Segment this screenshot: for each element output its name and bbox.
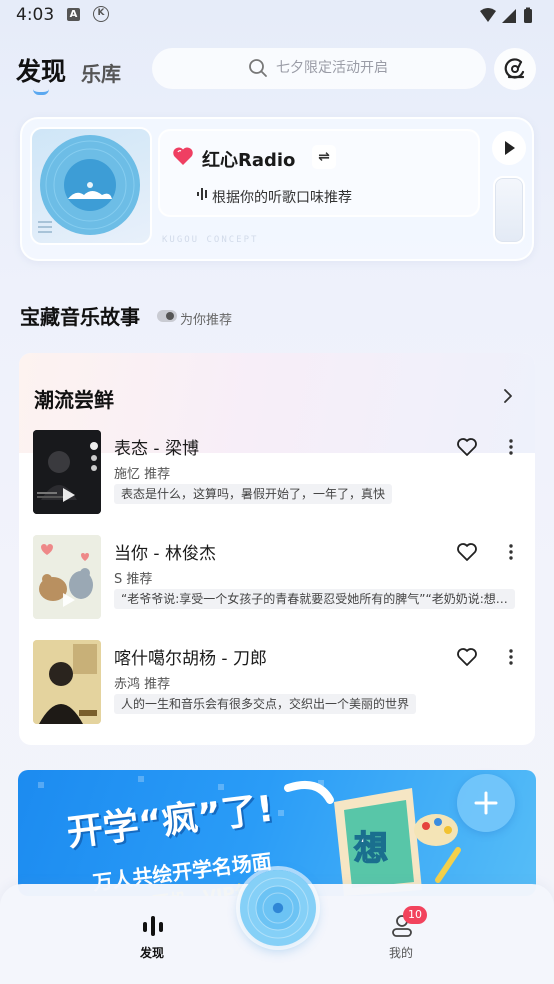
play-icon (505, 141, 515, 155)
more-options-icon[interactable] (503, 542, 519, 562)
song-thumbnail[interactable] (33, 535, 101, 619)
more-options-icon[interactable] (503, 437, 519, 457)
svg-text:想: 想 (354, 829, 388, 869)
listen-recognize-button[interactable] (494, 48, 536, 90)
video-play-icon (63, 488, 75, 502)
notification-badge: 10 (403, 906, 427, 924)
wifi-icon (480, 8, 496, 22)
favorite-heart-icon[interactable] (456, 646, 478, 668)
plus-icon (474, 791, 498, 815)
recommend-quote: 人的一生和音乐会有很多交点，交织出一个美丽的世界 (114, 694, 417, 714)
status-bar: 4:03 A K (0, 0, 554, 32)
vinyl-disc-icon (247, 877, 309, 939)
search-input[interactable] (276, 57, 466, 79)
album-cover-image (33, 640, 101, 724)
heart-radio-icon (173, 147, 193, 165)
radio-subtitle: 根据你的听歌口味推荐 (212, 190, 352, 206)
music-recognize-icon (504, 58, 525, 79)
discover-icon[interactable] (141, 915, 165, 937)
notification-k-icon: K (93, 6, 109, 22)
status-icons (480, 7, 532, 23)
radio-play-button[interactable] (492, 131, 526, 165)
chevron-right-icon[interactable] (501, 388, 515, 404)
switch-mode-button[interactable]: ⇌ (312, 145, 336, 169)
radio-title: 红心Radio (202, 150, 296, 171)
tab-library[interactable]: 乐库 (81, 58, 121, 87)
song-title[interactable]: 喀什噶尔胡杨 - 刀郎 (114, 644, 267, 669)
notification-a-icon: A (67, 8, 80, 21)
radio-cover (30, 127, 152, 245)
recommender: 赤鸿 推荐 (114, 677, 171, 692)
favorite-heart-icon[interactable] (456, 541, 478, 563)
heart-radio-card[interactable]: 红心Radio ⇌ 根据你的听歌口味推荐 KUGOU CONCEPT (20, 117, 534, 261)
active-tab-indicator (33, 89, 49, 95)
recommend-toggle[interactable] (157, 310, 177, 322)
battery-icon (524, 9, 532, 23)
radio-watermark: KUGOU CONCEPT (162, 235, 259, 245)
song-title[interactable]: 表态 - 梁博 (114, 434, 199, 459)
list-item[interactable]: 表态 - 梁博 施忆 推荐 表态是什么，这算吗，暑假开始了，一年了，真快 (19, 430, 535, 518)
vinyl-record-image (38, 135, 140, 235)
video-play-icon (63, 593, 75, 607)
nav-me-label[interactable]: 我的 (389, 944, 413, 961)
sound-wave-icon (197, 188, 207, 200)
recommender: S 推荐 (114, 572, 153, 587)
recommend-toggle-label[interactable]: 为你推荐 (180, 309, 232, 328)
list-item[interactable]: 喀什噶尔胡杨 - 刀郎 赤鸿 推荐 人的一生和音乐会有很多交点，交织出一个美丽的… (19, 640, 535, 728)
section-title: 宝藏音乐故事 (20, 305, 140, 329)
song-thumbnail[interactable] (33, 430, 101, 514)
recommend-quote: 表态是什么，这算吗，暑假开始了，一年了，真快 (114, 484, 393, 504)
search-bar[interactable] (152, 48, 486, 89)
radio-slider-handle[interactable] (493, 176, 525, 244)
more-options-icon[interactable] (503, 647, 519, 667)
card-title: 潮流尝鲜 (34, 388, 114, 412)
trend-card: 潮流尝鲜 表态 - 梁博 施忆 推荐 表态是什么，这算吗，暑假开始了，一年了，真… (19, 353, 535, 745)
signal-icon (502, 9, 516, 23)
favorite-heart-icon[interactable] (456, 436, 478, 458)
nav-discover-label[interactable]: 发现 (140, 944, 164, 961)
tab-discover[interactable]: 发现 (16, 52, 66, 88)
list-item[interactable]: 当你 - 林俊杰 S 推荐 “老爷爷说:享受一个女孩子的青春就要忍受她所有的脾气… (19, 535, 535, 623)
search-icon (249, 59, 267, 77)
song-thumbnail[interactable] (33, 640, 101, 724)
status-time: 4:03 (16, 5, 55, 25)
recommender: 施忆 推荐 (114, 467, 171, 482)
now-playing-disc-button[interactable] (240, 870, 316, 946)
recommend-quote: “老爷爷说:享受一个女孩子的青春就要忍受她所有的脾气”“老奶奶说:想… (114, 589, 515, 609)
song-title[interactable]: 当你 - 林俊杰 (114, 539, 216, 564)
add-button[interactable] (457, 774, 515, 832)
radio-info-panel[interactable]: 红心Radio ⇌ 根据你的听歌口味推荐 (158, 129, 480, 217)
